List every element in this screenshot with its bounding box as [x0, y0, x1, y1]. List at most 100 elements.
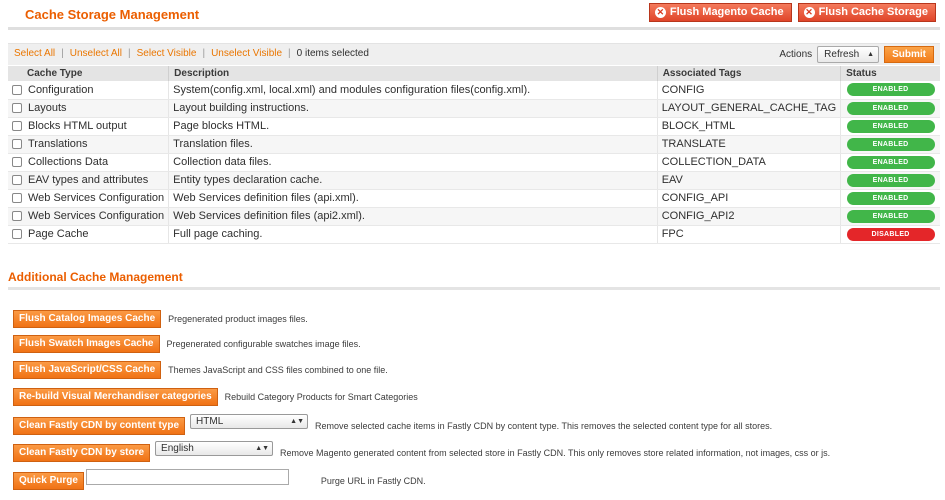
submit-button[interactable]: Submit	[884, 46, 934, 63]
col-status[interactable]: Status	[840, 66, 940, 81]
status-badge: DISABLED	[846, 227, 935, 241]
page-header: Cache Storage Management ✕ Flush Magento…	[8, 2, 940, 30]
flush-magento-cache-label: Flush Magento Cache	[669, 6, 784, 18]
acm-description: Remove selected cache items in Fastly CD…	[315, 421, 773, 431]
cache-type-label: Web Services Configuration	[28, 210, 165, 222]
flush-magento-cache-button[interactable]: ✕ Flush Magento Cache	[648, 3, 792, 22]
row-checkbox[interactable]	[12, 121, 22, 132]
massaction-links: Select All | Unselect All | Select Visib…	[14, 48, 369, 59]
col-associated-tags[interactable]: Associated Tags	[657, 66, 842, 81]
table-row[interactable]: Translations Translation files. TRANSLATE E…	[8, 135, 940, 154]
clean-fastly-content-type-button[interactable]: Clean Fastly CDN by content type	[13, 417, 186, 435]
status-badge: ENABLED	[846, 101, 935, 115]
row-checkbox[interactable]	[12, 175, 22, 186]
close-circle-icon: ✕	[654, 7, 666, 18]
tags-cell: CONFIG	[657, 81, 842, 100]
row-checkbox[interactable]	[12, 157, 22, 168]
unselect-visible-link[interactable]: Unselect Visible	[211, 48, 282, 59]
table-row[interactable]: Configuration System(config.xml, local.xm…	[8, 81, 940, 100]
row-checkbox[interactable]	[12, 193, 22, 204]
flush-cache-storage-label: Flush Cache Storage	[818, 6, 928, 18]
actions-label: Actions	[779, 49, 813, 60]
content-type-select[interactable]: HTML ▲▼	[190, 414, 309, 429]
store-select[interactable]: English ▲▼	[155, 441, 274, 456]
description-cell: System(config.xml, local.xml) and module…	[168, 81, 658, 100]
status-cell: ENABLED	[840, 81, 940, 100]
separator: |	[202, 48, 206, 59]
flush-swatch-images-button[interactable]: Flush Swatch Images Cache	[13, 335, 160, 353]
status-badge: ENABLED	[846, 155, 935, 169]
flush-js-css-button[interactable]: Flush JavaScript/CSS Cache	[13, 361, 162, 379]
unselect-all-link[interactable]: Unselect All	[70, 48, 122, 59]
tags-cell: EAV	[657, 171, 842, 190]
row-checkbox[interactable]	[12, 139, 22, 150]
row-checkbox[interactable]	[12, 103, 22, 114]
cache-type-cell: Configuration	[8, 81, 170, 100]
actions-area: Actions Refresh ▲ Submit	[779, 46, 934, 63]
description-cell: Translation files.	[168, 135, 658, 154]
tags-cell: FPC	[657, 225, 842, 244]
clean-fastly-store-button[interactable]: Clean Fastly CDN by store	[13, 444, 151, 462]
additional-cache-title: Additional Cache Management	[8, 270, 183, 284]
tags-cell: BLOCK_HTML	[657, 117, 842, 136]
table-row[interactable]: Blocks HTML output Page blocks HTML. BLOCK…	[8, 117, 940, 136]
status-badge: ENABLED	[846, 209, 935, 223]
header-actions: ✕ Flush Magento Cache ✕ Flush Cache Stor…	[648, 3, 936, 22]
table-row[interactable]: Web Services Configuration Web Services d…	[8, 189, 940, 208]
select-all-link[interactable]: Select All	[14, 48, 55, 59]
cache-type-label: Layouts	[28, 102, 67, 114]
table-row[interactable]: Page Cache Full page caching. FPC DISABLED	[8, 225, 940, 244]
acm-row-swatch-images: Flush Swatch Images Cache Pregenerated c…	[13, 335, 361, 353]
quick-purge-button[interactable]: Quick Purge	[13, 472, 84, 490]
cache-type-label: Page Cache	[28, 228, 89, 240]
acm-row-js-css: Flush JavaScript/CSS Cache Themes JavaSc…	[13, 361, 388, 379]
cache-type-label: Configuration	[28, 83, 94, 96]
cache-type-cell: Web Services Configuration	[8, 207, 170, 226]
description-cell: Collection data files.	[168, 153, 658, 172]
table-row[interactable]: EAV types and attributes Entity types dec…	[8, 171, 940, 190]
tags-cell: TRANSLATE	[657, 135, 842, 154]
description-cell: Web Services definition files (api2.xml)…	[168, 207, 658, 226]
acm-description: Remove Magento generated content from se…	[280, 448, 831, 458]
flush-cache-storage-button[interactable]: ✕ Flush Cache Storage	[797, 3, 936, 22]
description-cell: Entity types declaration cache.	[168, 171, 658, 190]
actions-select-value: Refresh	[824, 49, 860, 60]
purge-url-input[interactable]	[85, 469, 289, 485]
col-description[interactable]: Description	[168, 66, 658, 81]
acm-row-fastly-store: Clean Fastly CDN by store English ▲▼ Rem…	[13, 441, 831, 462]
description-cell: Page blocks HTML.	[168, 117, 658, 136]
row-checkbox[interactable]	[12, 84, 22, 95]
content-type-select-value: HTML	[196, 416, 224, 427]
acm-description: Themes JavaScript and CSS files combined…	[168, 365, 388, 375]
cache-type-label: EAV types and attributes	[28, 174, 149, 186]
status-cell: ENABLED	[840, 153, 940, 172]
status-cell: ENABLED	[840, 171, 940, 190]
acm-row-quick-purge: Quick Purge Purge URL in Fastly CDN.	[13, 469, 426, 490]
rebuild-visual-merchandiser-button[interactable]: Re-build Visual Merchandiser categories	[13, 388, 218, 406]
flush-catalog-images-button[interactable]: Flush Catalog Images Cache	[13, 310, 162, 328]
separator: |	[128, 48, 131, 59]
cache-type-cell: Translations	[8, 135, 170, 154]
section-divider	[8, 287, 940, 290]
description-cell: Full page caching.	[168, 225, 658, 244]
table-row[interactable]: Collections Data Collection data files. CO…	[8, 153, 940, 172]
cache-type-label: Collections Data	[28, 156, 109, 168]
acm-description: Purge URL in Fastly CDN.	[320, 476, 426, 486]
separator: |	[288, 48, 291, 59]
row-checkbox[interactable]	[12, 229, 22, 240]
store-select-value: English	[161, 443, 194, 454]
status-badge: ENABLED	[846, 173, 935, 187]
select-visible-link[interactable]: Select Visible	[137, 48, 197, 59]
acm-description: Pregenerated configurable swatches image…	[166, 339, 361, 349]
table-row[interactable]: Web Services Configuration Web Services d…	[8, 207, 940, 226]
status-cell: ENABLED	[840, 99, 940, 118]
table-row[interactable]: Layouts Layout building instructions. LAYO…	[8, 99, 940, 118]
row-checkbox[interactable]	[12, 211, 22, 222]
page-title: Cache Storage Management	[25, 7, 200, 22]
col-cache-type[interactable]: Cache Type	[8, 66, 170, 81]
acm-row-catalog-images: Flush Catalog Images Cache Pregenerated …	[13, 310, 308, 328]
cache-type-label: Translations	[28, 138, 88, 150]
actions-select[interactable]: Refresh ▲	[817, 46, 880, 63]
tags-cell: LAYOUT_GENERAL_CACHE_TAG	[657, 99, 842, 118]
status-badge: ENABLED	[846, 137, 935, 151]
